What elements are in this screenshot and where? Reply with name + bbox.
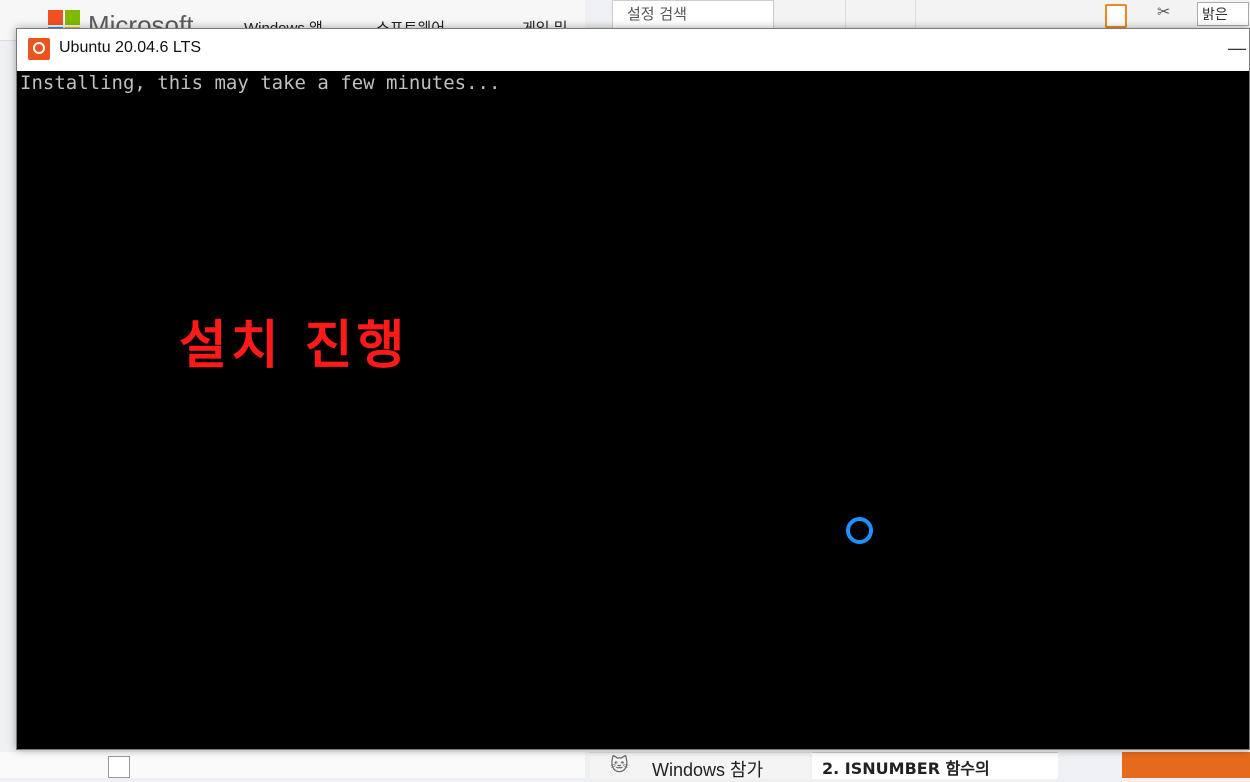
- ribbon-dropdown-value: 밝은: [1202, 7, 1228, 23]
- ribbon-button[interactable]: [845, 0, 916, 28]
- window-title: Ubuntu 20.04.6 LTS: [59, 39, 202, 56]
- scissors-icon[interactable]: ✂: [1157, 2, 1170, 21]
- clipboard-icon[interactable]: [1105, 4, 1127, 28]
- console-line: Installing, this may take a few minutes.…: [20, 72, 501, 94]
- ribbon-button[interactable]: [775, 0, 846, 28]
- cat-icon: 🐱: [610, 755, 629, 776]
- ribbon-dropdown[interactable]: 밝은: [1197, 2, 1249, 26]
- background-nav-item[interactable]: 🐱 Windows 참가: [590, 752, 810, 780]
- settings-search-placeholder: 설정 검색: [627, 5, 687, 23]
- background-bottom-panel: [0, 752, 585, 778]
- background-ribbon: ✂ 밝은: [775, 0, 1250, 31]
- document-heading-text: 2. ISNUMBER 함수의: [822, 759, 990, 778]
- annotation-label: 설치 진행: [179, 316, 409, 376]
- background-checkbox[interactable]: [108, 756, 130, 778]
- minimize-button[interactable]: —: [1225, 29, 1249, 71]
- window-titlebar[interactable]: Ubuntu 20.04.6 LTS —: [17, 29, 1249, 71]
- background-accent-block: [1122, 752, 1250, 778]
- background-document-heading: 2. ISNUMBER 함수의: [812, 752, 1058, 779]
- loading-spinner-icon: [846, 517, 873, 544]
- ubuntu-console-window: Ubuntu 20.04.6 LTS — Installing, this ma…: [16, 28, 1250, 750]
- console-output[interactable]: Installing, this may take a few minutes.…: [17, 71, 1249, 749]
- ubuntu-app-icon: [28, 38, 50, 60]
- nav-item-label: Windows 참가: [652, 760, 764, 780]
